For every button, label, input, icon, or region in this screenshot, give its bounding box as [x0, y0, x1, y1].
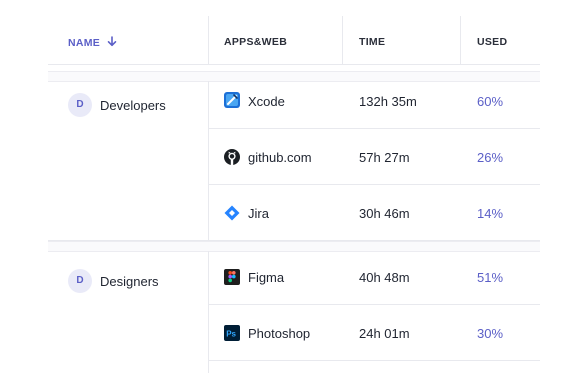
time-value: 40h 48m — [359, 270, 410, 285]
group-separator — [48, 241, 540, 252]
app-name: Xcode — [248, 94, 285, 109]
used-percent: 51% — [477, 270, 504, 285]
column-divider — [208, 16, 209, 64]
column-header-used[interactable]: USED — [477, 36, 507, 48]
group-name-designers[interactable]: Designers — [100, 274, 159, 289]
app-name: Photoshop — [248, 326, 311, 341]
column-header-name[interactable]: NAME — [68, 36, 117, 49]
row-divider — [208, 304, 540, 305]
jira-icon — [224, 205, 240, 221]
svg-text:Ps: Ps — [226, 330, 236, 339]
xcode-icon — [224, 92, 240, 108]
group-name-developers[interactable]: Developers — [100, 98, 166, 113]
column-divider — [208, 81, 209, 240]
used-percent: 26% — [477, 150, 504, 165]
row-divider — [208, 184, 540, 185]
column-header-apps[interactable]: APPS&WEB — [224, 36, 287, 48]
used-percent: 14% — [477, 206, 504, 221]
column-header-name-label: NAME — [68, 37, 101, 49]
time-value: 132h 35m — [359, 94, 417, 109]
used-percent: 30% — [477, 326, 504, 341]
sort-arrow-down-icon — [108, 36, 117, 47]
avatar: D — [68, 93, 92, 117]
column-divider — [342, 16, 343, 64]
time-value: 30h 46m — [359, 206, 410, 221]
row-divider — [208, 360, 540, 361]
column-divider — [460, 16, 461, 64]
app-name: github.com — [248, 150, 312, 165]
column-divider — [208, 251, 209, 373]
column-header-time[interactable]: TIME — [359, 36, 385, 48]
usage-table: NAME APPS&WEB TIME USED D Developers Xco… — [48, 16, 540, 373]
avatar: D — [68, 269, 92, 293]
row-divider — [208, 128, 540, 129]
time-value: 57h 27m — [359, 150, 410, 165]
time-value: 24h 01m — [359, 326, 410, 341]
app-name: Jira — [248, 206, 269, 221]
app-name: Figma — [248, 270, 285, 285]
github-icon — [224, 149, 240, 165]
figma-icon — [224, 269, 240, 285]
group-separator — [48, 71, 540, 82]
used-percent: 60% — [477, 94, 504, 109]
header-divider — [48, 64, 540, 65]
photoshop-icon: Ps — [224, 325, 240, 341]
